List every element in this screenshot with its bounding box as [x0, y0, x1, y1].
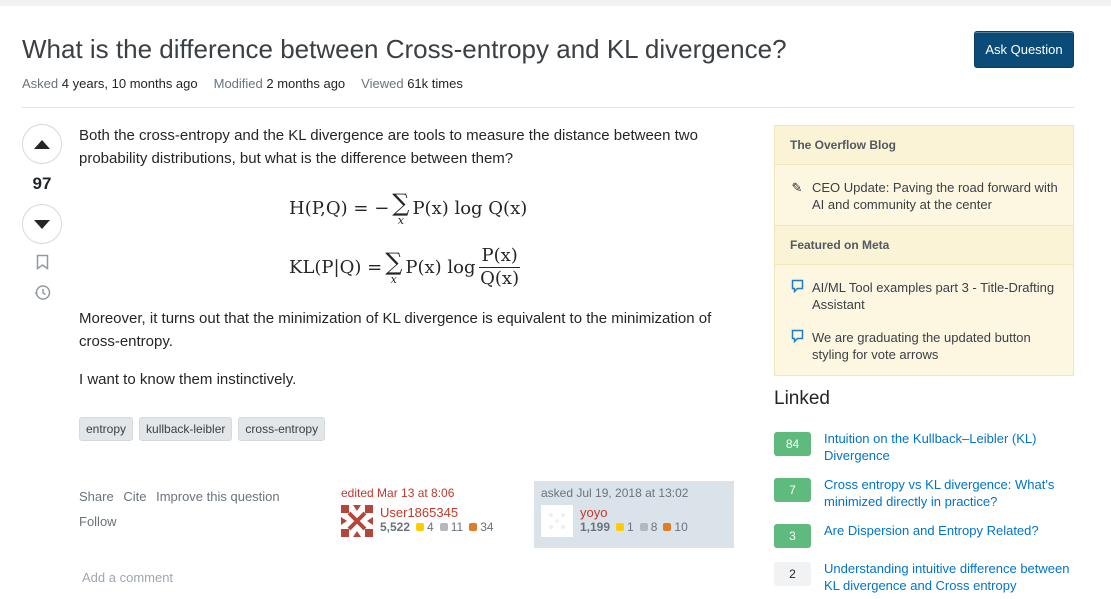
equation-kl-divergence: KL(P|Q) = ∑ x P(x) log P(x) Q(x)	[289, 242, 520, 292]
sum-symbol: ∑ x	[385, 247, 403, 286]
linked-title[interactable]: Are Dispersion and Entropy Related?	[824, 522, 1079, 548]
tag-list: entropy kullback-leibler cross-entropy	[79, 417, 326, 441]
gold-badge-icon	[616, 523, 625, 531]
asker-avatar[interactable]	[541, 505, 573, 537]
meta-item[interactable]: AI/ML Tool examples part 3 - Title-Draft…	[775, 265, 1073, 319]
vote-count: 97	[32, 174, 52, 193]
linked-title[interactable]: Cross entropy vs KL divergence: What's m…	[824, 476, 1079, 510]
asker-card: asked Jul 19, 2018 at 13:02 yoyo 1,199 1…	[534, 481, 734, 548]
eq1-lhs: H(P,Q) = −	[289, 197, 390, 219]
body-paragraph-2: Moreover, it turns out that the minimiza…	[79, 310, 712, 350]
sum-symbol: ∑ x	[392, 188, 410, 227]
post-actions: Share Cite Improve this question Follow	[79, 484, 286, 534]
linked-score: 84	[774, 432, 811, 456]
linked-item[interactable]: 7 Cross entropy vs KL divergence: What's…	[774, 476, 1084, 510]
pencil-icon: ✎	[791, 180, 803, 195]
follow-link[interactable]: Follow	[79, 514, 117, 529]
eq2-lhs: KL(P|Q) =	[289, 256, 383, 278]
ask-question-button[interactable]: Ask Question	[974, 31, 1074, 68]
asker-reputation: 1,199 1 8 10	[580, 520, 688, 534]
eq2-mid: P(x) log	[405, 256, 476, 278]
editor-avatar[interactable]	[341, 505, 373, 537]
question-meta: Asked 4 years, 10 months ago Modified 2 …	[22, 76, 463, 91]
linked-title[interactable]: Intuition on the Kullback–Leibler (KL) D…	[824, 430, 1079, 464]
chat-bubble-icon	[790, 279, 804, 313]
downvote-button[interactable]	[22, 204, 62, 244]
cite-link[interactable]: Cite	[123, 489, 146, 504]
gold-badge-icon	[416, 523, 425, 531]
editor-reputation: 5,522 4 11 34	[380, 520, 494, 534]
linked-title[interactable]: Understanding intuitive difference betwe…	[824, 560, 1079, 594]
viewed-value: 61k times	[407, 76, 463, 91]
add-comment-link[interactable]: Add a comment	[82, 570, 173, 585]
question-title[interactable]: What is the difference between Cross-ent…	[22, 34, 787, 65]
bookmark-icon[interactable]	[36, 254, 49, 274]
equation-cross-entropy: H(P,Q) = − ∑ x P(x) log Q(x)	[289, 188, 527, 228]
improve-link[interactable]: Improve this question	[156, 489, 280, 504]
asker-name[interactable]: yoyo	[580, 505, 688, 520]
bronze-badge-icon	[469, 523, 478, 531]
viewed-info: Viewed 61k times	[361, 76, 463, 91]
meta-heading: Featured on Meta	[775, 225, 1073, 265]
upvote-button[interactable]	[22, 124, 62, 164]
blog-item[interactable]: ✎ CEO Update: Paving the road forward wi…	[775, 165, 1073, 225]
linked-item[interactable]: 3 Are Dispersion and Entropy Related?	[774, 522, 1084, 548]
share-link[interactable]: Share	[79, 489, 114, 504]
meta-item[interactable]: We are graduating the updated button sty…	[775, 319, 1073, 375]
top-strip	[0, 0, 1111, 6]
linked-score: 2	[774, 562, 811, 586]
body-paragraph-1: Both the cross-entropy and the KL diverg…	[79, 127, 698, 167]
arrow-up-icon	[34, 139, 50, 149]
bronze-badge-icon	[663, 523, 672, 531]
body-paragraph-3: I want to know them instinctively.	[79, 371, 297, 388]
linked-item[interactable]: 84 Intuition on the Kullback–Leibler (KL…	[774, 430, 1084, 464]
fraction: P(x) Q(x)	[479, 244, 520, 289]
header-divider	[22, 107, 1074, 108]
vote-cell: 97	[22, 124, 62, 305]
tag-cross-entropy[interactable]: cross-entropy	[238, 417, 326, 441]
chat-bubble-icon	[790, 329, 804, 363]
sidebar-widget: The Overflow Blog ✎ CEO Update: Paving t…	[774, 125, 1074, 376]
editor-card: edited Mar 13 at 8:06 User1865345 5,522 …	[334, 481, 524, 548]
modified-info[interactable]: Modified 2 months ago	[214, 76, 346, 91]
question-body: Both the cross-entropy and the KL diverg…	[79, 124, 729, 388]
edited-timestamp[interactable]: edited Mar 13 at 8:06	[341, 486, 517, 500]
blog-heading: The Overflow Blog	[775, 126, 1073, 165]
asked-value: 4 years, 10 months ago	[61, 76, 198, 91]
linked-score: 7	[774, 478, 811, 502]
linked-score: 3	[774, 524, 811, 548]
eq1-rhs: P(x) log Q(x)	[412, 197, 528, 219]
silver-badge-icon	[439, 523, 448, 531]
linked-item[interactable]: 2 Understanding intuitive difference bet…	[774, 560, 1084, 594]
tag-entropy[interactable]: entropy	[79, 417, 134, 441]
silver-badge-icon	[639, 523, 648, 531]
asked-info: Asked 4 years, 10 months ago	[22, 76, 198, 91]
arrow-down-icon	[34, 219, 50, 229]
modified-value[interactable]: 2 months ago	[266, 76, 345, 91]
tag-kullback-leibler[interactable]: kullback-leibler	[139, 417, 233, 441]
asked-timestamp: asked Jul 19, 2018 at 13:02	[541, 486, 689, 500]
history-icon[interactable]	[34, 284, 51, 305]
linked-heading: Linked	[774, 388, 830, 409]
editor-name[interactable]: User1865345	[380, 505, 494, 520]
